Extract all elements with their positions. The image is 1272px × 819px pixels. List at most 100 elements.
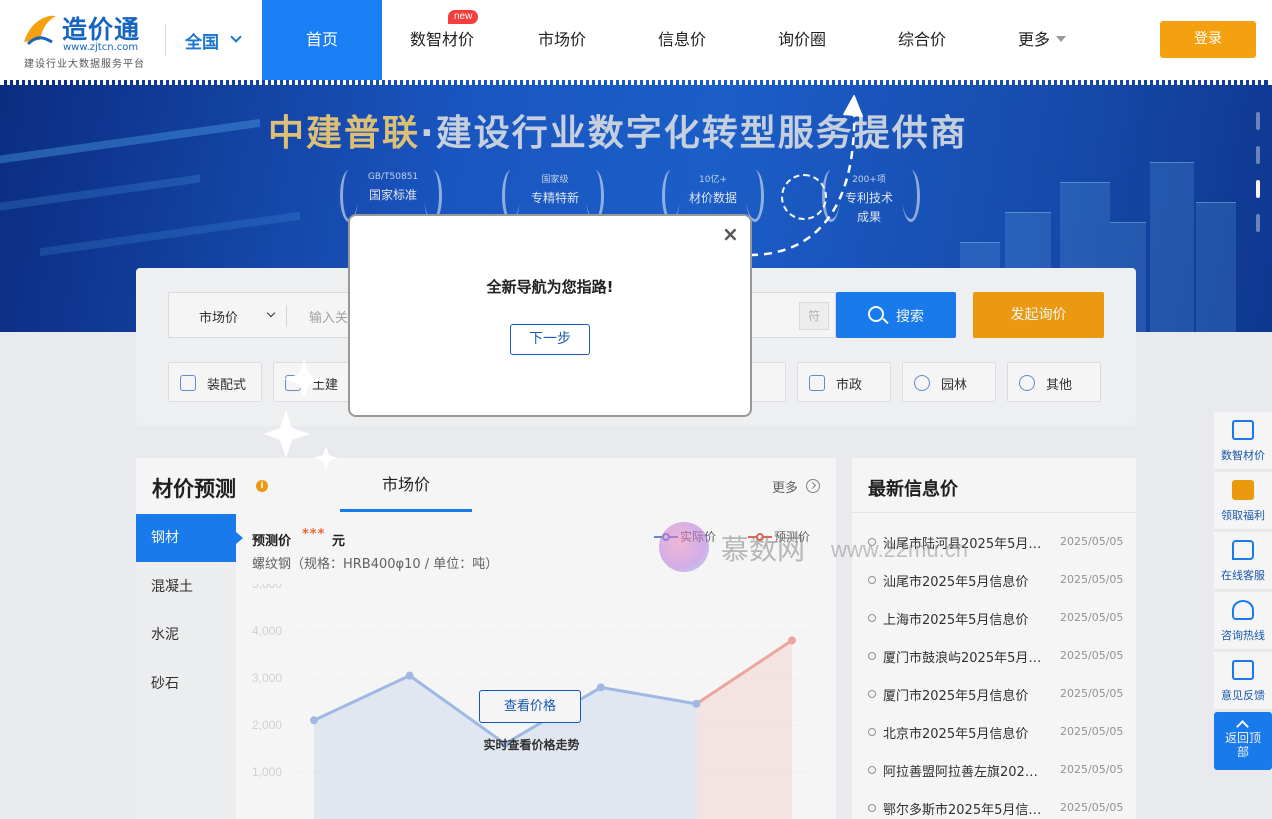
category-other[interactable]: 其他 xyxy=(1007,362,1101,402)
category-municipal[interactable]: 市政 xyxy=(797,362,891,402)
float-online-service[interactable]: 在线客服 xyxy=(1214,532,1272,590)
gift-icon xyxy=(1232,480,1254,500)
symbol-button[interactable]: 符 xyxy=(799,302,829,330)
float-label: 领取福利 xyxy=(1221,509,1265,522)
info-price-link[interactable]: 上海市2025年5月信息价 xyxy=(883,609,1043,628)
category-label: 装配式 xyxy=(207,378,247,393)
material-item-gravel[interactable]: 砂石 xyxy=(136,660,236,708)
municipal-icon xyxy=(809,375,825,391)
info-price-link[interactable]: 阿拉善盟阿拉善左旗2025年5月信息价 xyxy=(883,761,1043,780)
material-item-concrete[interactable]: 混凝土 xyxy=(136,563,236,611)
material-item-cement[interactable]: 水泥 xyxy=(136,611,236,659)
chevron-down-icon xyxy=(230,31,242,43)
info-price-link[interactable]: 鄂尔多斯市2025年5月信息价 xyxy=(883,799,1043,818)
float-label: 意见反馈 xyxy=(1221,689,1265,702)
float-smart-price[interactable]: 数智材价 xyxy=(1214,412,1272,470)
material-item-steel[interactable]: 钢材 xyxy=(136,514,236,562)
float-benefits[interactable]: 领取福利 xyxy=(1214,472,1272,530)
nav-market-price[interactable]: 市场价 xyxy=(502,0,622,80)
chevron-right-circle-icon[interactable] xyxy=(806,479,820,493)
view-price-button[interactable]: 查看价格 xyxy=(479,690,581,723)
info-price-row[interactable]: 北京市2025年5月信息价 2025/05/05 xyxy=(868,714,1126,752)
building-icon xyxy=(180,375,196,391)
site-logo[interactable]: 造价通 www.zjtcn.com 建设行业大数据服务平台 xyxy=(22,10,152,70)
chevron-down-icon xyxy=(266,308,276,318)
nav-info-price[interactable]: 信息价 xyxy=(622,0,742,80)
banner-title-slogan: 建设行业数字化转型服务提供商 xyxy=(435,113,968,154)
info-price-date: 2025/05/05 xyxy=(1060,535,1124,548)
nav-composite-price[interactable]: 综合价 xyxy=(862,0,982,80)
tab-market-price[interactable]: 市场价 xyxy=(340,458,472,512)
nav-inquiry-circle[interactable]: 询价圈 xyxy=(742,0,862,80)
bullet-icon xyxy=(868,804,876,812)
logo-bird-icon xyxy=(24,15,56,46)
info-price-link[interactable]: 厦门市2025年5月信息价 xyxy=(883,685,1043,704)
chat-icon xyxy=(1232,540,1254,560)
forecast-more-link[interactable]: 更多 xyxy=(772,477,798,496)
watermark-url: www.22mu.cn xyxy=(831,537,968,562)
info-price-date: 2025/05/05 xyxy=(1060,763,1124,776)
bullet-icon xyxy=(868,652,876,660)
predicted-price-value: *** xyxy=(302,527,326,542)
category-label: 其他 xyxy=(1046,378,1073,393)
banner-pagination[interactable] xyxy=(1256,112,1260,242)
info-price-date: 2025/05/05 xyxy=(1060,801,1124,814)
info-price-row[interactable]: 厦门市鼓浪屿2025年5月信息价 2025/05/05 xyxy=(868,638,1126,676)
banner-title-separator: · xyxy=(420,113,436,154)
search-button[interactable]: 搜索 xyxy=(836,292,956,338)
info-price-row[interactable]: 厦门市2025年5月信息价 2025/05/05 xyxy=(868,676,1126,714)
document-icon xyxy=(1232,420,1254,440)
info-price-date: 2025/05/05 xyxy=(1060,649,1124,662)
bullet-icon xyxy=(868,690,876,698)
award-big: 国家标准 xyxy=(368,188,417,202)
category-prefab[interactable]: 装配式 xyxy=(168,362,262,402)
info-price-row[interactable]: 鄂尔多斯市2025年5月信息价 2025/05/05 xyxy=(868,790,1126,819)
info-price-row[interactable]: 阿拉善盟阿拉善左旗2025年5月信息价 2025/05/05 xyxy=(868,752,1126,790)
info-price-link[interactable]: 北京市2025年5月信息价 xyxy=(883,723,1043,742)
category-garden[interactable]: 园林 xyxy=(902,362,996,402)
caret-down-icon xyxy=(1056,36,1066,42)
logo-name: 造价通 xyxy=(62,15,141,44)
bullet-icon xyxy=(868,576,876,584)
logo-url: www.zjtcn.com xyxy=(63,42,139,53)
info-price-date: 2025/05/05 xyxy=(1060,725,1124,738)
view-price-subtitle: 实时查看价格走势 xyxy=(483,738,580,752)
banner-light-stripe xyxy=(40,211,300,257)
banner-light-stripe xyxy=(0,118,260,170)
info-price-link[interactable]: 厦门市鼓浪屿2025年5月信息价 xyxy=(883,647,1043,666)
search-input[interactable]: 输入关 xyxy=(309,307,348,326)
header-divider xyxy=(165,24,166,56)
predicted-price-label: 预测价 xyxy=(252,534,292,549)
watermark: 慕数网 www.22mu.cn xyxy=(655,522,995,572)
float-feedback[interactable]: 意见反馈 xyxy=(1214,652,1272,710)
login-button[interactable]: 登录 xyxy=(1160,21,1256,58)
info-icon[interactable]: i xyxy=(256,480,268,492)
award-small: GB/T50851 xyxy=(367,172,419,182)
next-step-button[interactable]: 下一步 xyxy=(510,324,590,355)
float-hotline[interactable]: 咨询热线 xyxy=(1214,592,1272,650)
banner-light-stripe xyxy=(0,174,200,214)
region-selector[interactable]: 全国 xyxy=(185,28,219,53)
search-divider xyxy=(286,305,287,327)
top-header: 造价通 www.zjtcn.com 建设行业大数据服务平台 全国 首页 数智材价… xyxy=(0,0,1272,80)
info-price-row[interactable]: 上海市2025年5月信息价 2025/05/05 xyxy=(868,600,1126,638)
close-icon[interactable]: × xyxy=(722,222,739,246)
search-type-select[interactable]: 市场价 xyxy=(199,307,238,326)
float-label: 咨询热线 xyxy=(1221,629,1265,642)
award-big: 专精特新 xyxy=(530,191,579,205)
start-inquiry-button[interactable]: 发起询价 xyxy=(973,292,1104,338)
nav-home[interactable]: 首页 xyxy=(262,0,382,80)
info-price-date: 2025/05/05 xyxy=(1060,687,1124,700)
search-button-label: 搜索 xyxy=(896,309,924,325)
award-badge: GB/T50851 国家标准 xyxy=(338,172,448,203)
category-label: 园林 xyxy=(941,378,968,393)
info-price-link[interactable]: 汕尾市2025年5月信息价 xyxy=(883,571,1043,590)
material-forecast-panel: 材价预测 i 市场价 更多 钢材 混凝土 水泥 砂石 预测价 *** 元 螺纹钢… xyxy=(136,458,836,819)
float-label: 数智材价 xyxy=(1221,449,1265,462)
headset-icon xyxy=(1232,600,1254,620)
nav-smart-price[interactable]: 数智材价 xyxy=(382,0,502,80)
latest-info-price-panel: 最新信息价 汕尾市陆河县2025年5月信息价2025/05/05汕尾市2025年… xyxy=(852,458,1136,819)
back-to-top-button[interactable]: 返回顶部 xyxy=(1214,712,1272,770)
info-price-date: 2025/05/05 xyxy=(1060,573,1124,586)
guide-dialog-title: 全新导航为您指路! xyxy=(486,278,614,296)
